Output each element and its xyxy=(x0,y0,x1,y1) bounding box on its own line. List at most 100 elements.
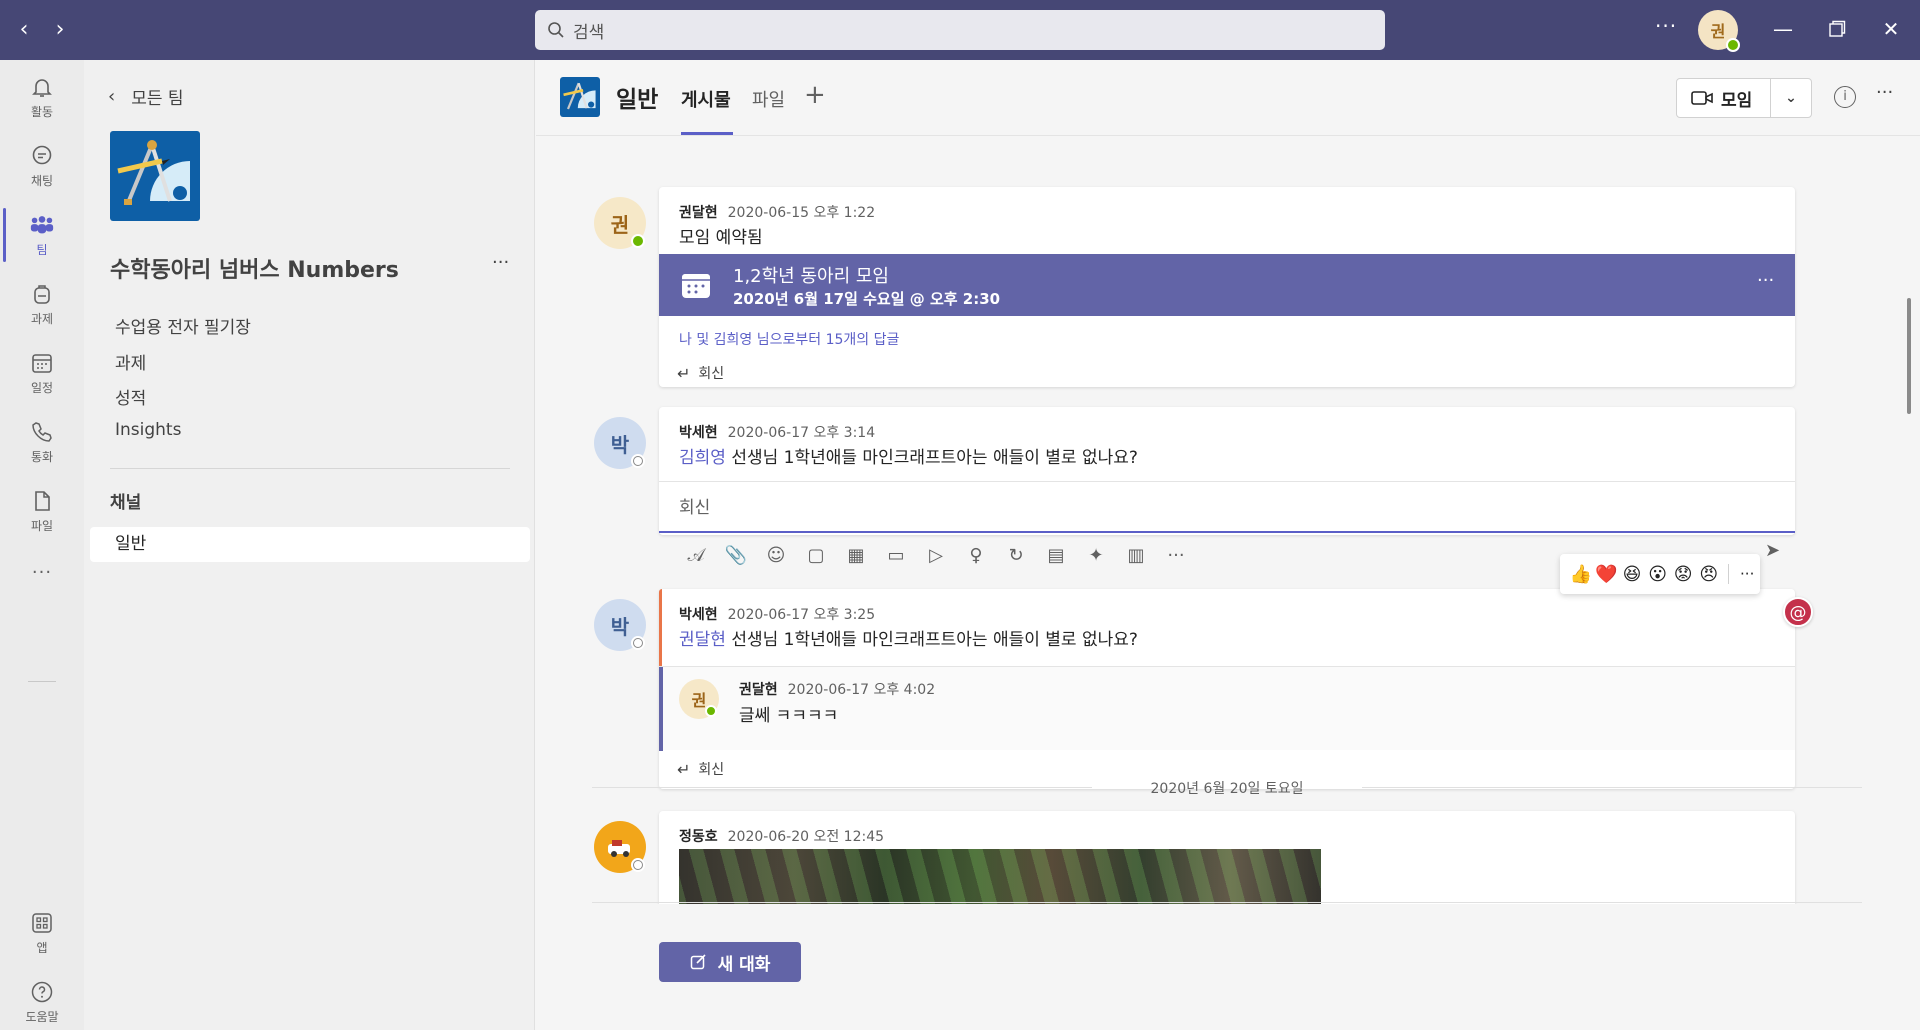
back-arrow-icon[interactable]: ‹ xyxy=(12,18,36,42)
reply-arrow-icon: ↵ xyxy=(677,759,691,779)
forward-arrow-icon[interactable]: › xyxy=(48,18,72,42)
date-separator: 2020년 6월 20일 토요일 xyxy=(592,778,1862,798)
reply-text: 글쎄 ㅋㅋㅋㅋ xyxy=(739,706,839,726)
meeting-date: 2020년 6월 17일 수요일 @ 오후 2:30 xyxy=(733,290,1001,308)
emoji-icon[interactable]: ☺ xyxy=(756,540,796,570)
channel-team-logo xyxy=(560,77,600,117)
avatar[interactable]: 박 xyxy=(594,417,646,469)
replies-summary-link[interactable]: 나 및 김희영 님으로부터 15개의 답글 xyxy=(679,329,899,349)
attached-image[interactable] xyxy=(679,849,1321,904)
channel-item-general[interactable]: 일반 xyxy=(90,527,530,562)
file-icon xyxy=(29,488,55,514)
offline-status-icon xyxy=(631,454,645,468)
format-icon[interactable]: 𝒜 xyxy=(676,540,716,570)
tab-posts[interactable]: 게시물 xyxy=(681,86,731,112)
approvals-icon[interactable]: ▤ xyxy=(1036,540,1076,570)
search-input[interactable]: 검색 xyxy=(535,10,1385,50)
like-reaction[interactable]: 👍 xyxy=(1568,564,1594,585)
reaction-more-button[interactable]: ··· xyxy=(1734,565,1760,583)
chevron-down-icon[interactable]: ⌄ xyxy=(1771,90,1811,106)
team-more-options-button[interactable]: ··· xyxy=(492,252,509,273)
reply-button[interactable]: ↵ 회신 xyxy=(677,363,724,383)
new-conversation-button[interactable]: 새 대화 xyxy=(659,942,801,982)
meeting-more-button[interactable]: ··· xyxy=(1757,270,1774,291)
avatar[interactable] xyxy=(594,821,646,873)
message-text: 김희영 선생님 1학년애들 마인크래프트아는 애들이 별로 없나요? xyxy=(679,443,1138,468)
avatar[interactable]: 권 xyxy=(679,679,719,719)
meet-button[interactable]: 모임 ⌄ xyxy=(1676,78,1812,118)
mention-link[interactable]: 김희영 xyxy=(679,448,726,468)
rail-item-calendar[interactable]: 일정 xyxy=(0,340,84,406)
rail-label: 통화 xyxy=(30,450,54,464)
feed-scrollbar[interactable] xyxy=(1907,298,1911,414)
team-links-list: 수업용 전자 필기장 과제 성적 Insights xyxy=(115,313,251,455)
schedule-meeting-icon[interactable]: ▦ xyxy=(836,540,876,570)
message-text: 권달현 선생님 1학년애들 마인크래프트아는 애들이 별로 없나요? xyxy=(679,625,1138,650)
rail-label: 채팅 xyxy=(30,174,54,188)
avatar-initial: 박 xyxy=(610,432,630,457)
rail-item-teams[interactable]: 팀 xyxy=(0,202,84,268)
angry-reaction[interactable]: 😠 xyxy=(1696,564,1722,585)
tab-files[interactable]: 파일 xyxy=(752,86,785,112)
channel-more-button[interactable]: ··· xyxy=(1876,82,1893,103)
rail-item-assignments[interactable]: 과제 xyxy=(0,271,84,337)
rail-item-help[interactable]: 도움말 xyxy=(0,969,84,1030)
profile-avatar[interactable]: 권 xyxy=(1698,10,1740,52)
rail-item-chat[interactable]: 채팅 xyxy=(0,133,84,199)
post-card: 박세현 2020-06-17 오후 3:14 김희영 선생님 1학년애들 마인크래… xyxy=(659,407,1795,535)
message-time: 2020-06-17 오후 4:02 xyxy=(787,682,936,698)
sticker-icon[interactable]: ▢ xyxy=(796,540,836,570)
meeting-card[interactable]: 1,2학년 동아리 모임 2020년 6월 17일 수요일 @ 오후 2:30 … xyxy=(659,254,1795,316)
close-icon[interactable]: ✕ xyxy=(1876,14,1906,44)
surprised-reaction[interactable]: 😮 xyxy=(1645,564,1671,585)
offline-status-icon xyxy=(631,636,645,650)
send-icon[interactable]: ➤ xyxy=(1765,540,1780,561)
attach-icon[interactable]: 📎 xyxy=(716,540,756,570)
chat-icon xyxy=(29,143,55,169)
message-time: 2020-06-17 오후 3:14 xyxy=(727,425,876,441)
team-link-assignments[interactable]: 과제 xyxy=(115,349,251,385)
nested-reply: 권 권달현 2020-06-17 오후 4:02 글쎄 ㅋㅋㅋㅋ xyxy=(659,666,1795,751)
loop-icon[interactable]: ↻ xyxy=(996,540,1036,570)
rail-item-apps[interactable]: 앱 xyxy=(0,900,84,966)
message-header: 박세현 2020-06-17 오후 3:14 xyxy=(679,422,875,442)
laugh-reaction[interactable]: 😆 xyxy=(1619,564,1645,585)
help-icon xyxy=(29,979,55,1005)
rail-more-button[interactable]: ··· xyxy=(0,552,84,592)
author-name[interactable]: 권달현 xyxy=(679,205,718,221)
rail-label: 앱 xyxy=(36,941,48,955)
minimize-icon[interactable]: — xyxy=(1768,14,1798,44)
team-link-notebook[interactable]: 수업용 전자 필기장 xyxy=(115,313,251,349)
reply-input[interactable]: 회신 xyxy=(659,481,1795,533)
maximize-icon[interactable] xyxy=(1822,14,1852,44)
rail-item-files[interactable]: 파일 xyxy=(0,478,84,544)
author-name[interactable]: 권달현 xyxy=(739,682,778,698)
meet-now-button[interactable]: 모임 xyxy=(1677,79,1771,117)
team-link-grades[interactable]: 성적 xyxy=(115,384,251,420)
author-name[interactable]: 정동호 xyxy=(679,829,718,845)
reply-header: 권달현 2020-06-17 오후 4:02 xyxy=(739,679,935,699)
more-options-icon[interactable]: ··· xyxy=(1156,540,1196,570)
sad-reaction[interactable]: 😟 xyxy=(1670,564,1696,585)
author-name[interactable]: 박세현 xyxy=(679,607,718,623)
all-teams-back-link[interactable]: ‹ 모든 팀 xyxy=(108,84,184,109)
avatar[interactable]: 권 xyxy=(594,197,646,249)
praise-icon[interactable]: ♀ xyxy=(956,540,996,570)
video-icon[interactable]: ▭ xyxy=(876,540,916,570)
add-tab-button[interactable]: + xyxy=(804,80,826,110)
forms-icon[interactable]: ▥ xyxy=(1116,540,1156,570)
mention-link[interactable]: 권달현 xyxy=(679,630,726,650)
message-time: 2020-06-17 오후 3:25 xyxy=(727,607,876,623)
author-name[interactable]: 박세현 xyxy=(679,425,718,441)
settings-more-button[interactable]: ··· xyxy=(1655,14,1677,38)
updates-icon[interactable]: ✦ xyxy=(1076,540,1116,570)
team-link-insights[interactable]: Insights xyxy=(115,420,251,456)
reply-button[interactable]: ↵ 회신 xyxy=(677,759,724,779)
info-icon[interactable]: i xyxy=(1834,86,1856,108)
rail-item-activity[interactable]: 활동 xyxy=(0,64,84,130)
message-body: 선생님 1학년애들 마인크래프트아는 애들이 별로 없나요? xyxy=(725,630,1138,650)
avatar[interactable]: 박 xyxy=(594,599,646,651)
heart-reaction[interactable]: ❤️ xyxy=(1594,564,1620,585)
stream-icon[interactable]: ▷ xyxy=(916,540,956,570)
rail-item-calls[interactable]: 통화 xyxy=(0,409,84,475)
